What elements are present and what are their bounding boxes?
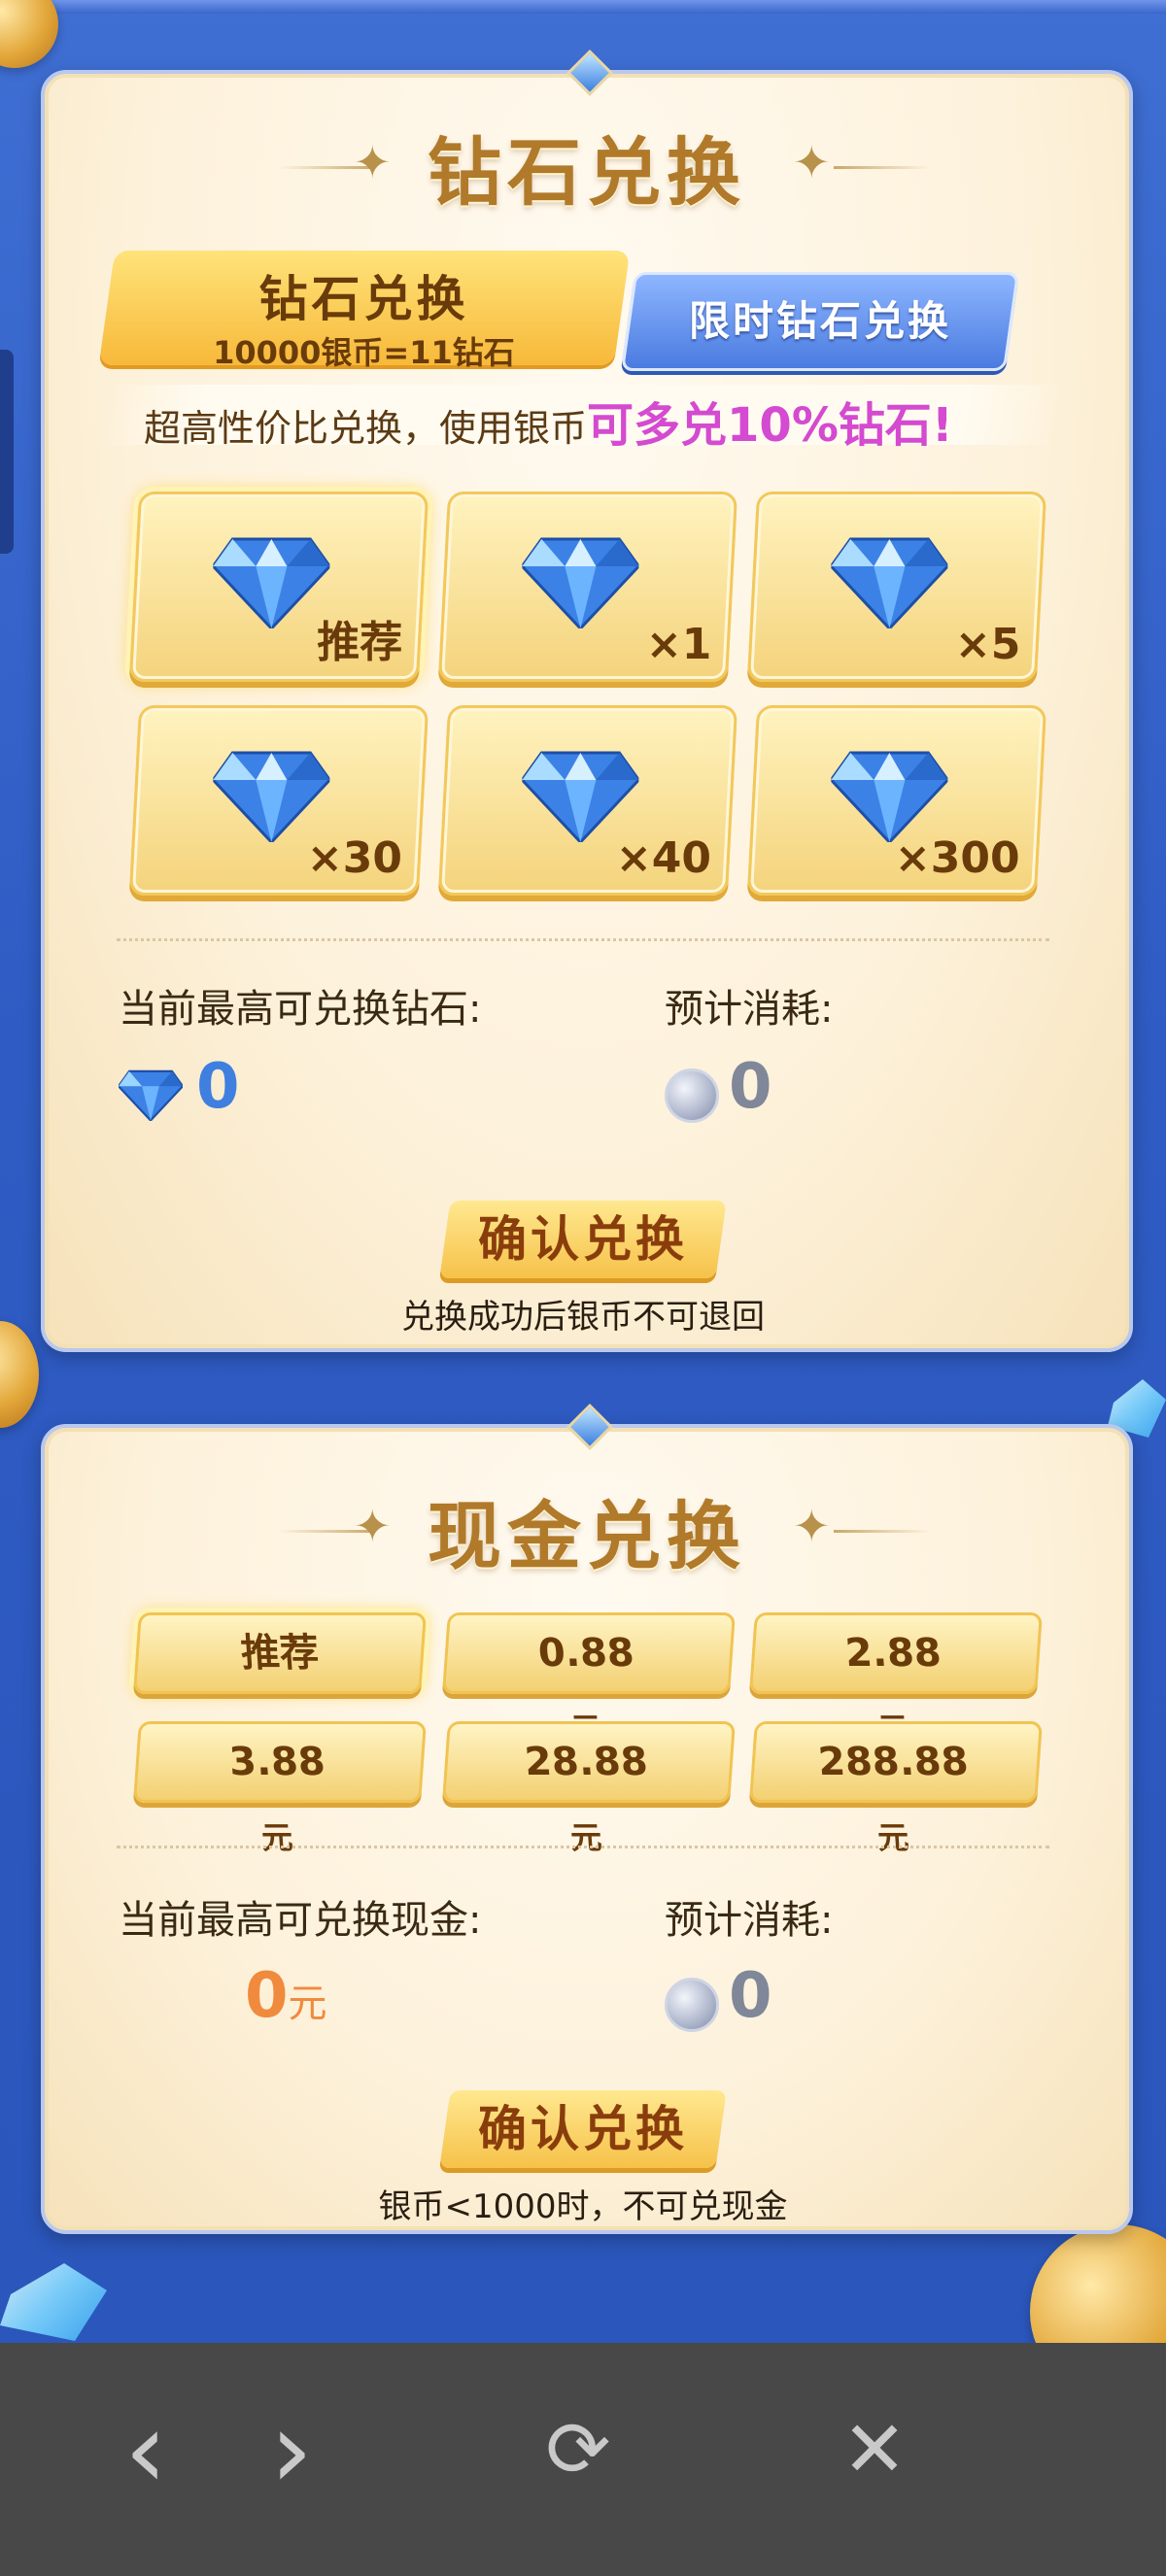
cash-option-unit: 元 [875,1819,910,1856]
cash-option-button[interactable]: 28.88 元 [442,1721,736,1856]
cash-cost-label: 预计消耗: [665,1898,834,1943]
silver-coin-icon [665,1068,719,1123]
cash-option-unit: 元 [568,1819,603,1856]
max-cash-unit: 元 [288,1982,327,2026]
cash-option-label: 28.88 元 [445,1724,727,1876]
cash-option-button[interactable]: 2.88元 [749,1612,1043,1747]
promo-prefix: 超高性价比兑换，使用银币 [144,407,588,450]
forward-icon: › [270,2388,313,2512]
cash-option-button[interactable]: 0.88元 [442,1612,736,1747]
diamond-option-label: ×30 [306,833,402,883]
cash-option-amount: 28.88 [523,1740,650,1784]
reload-icon: ⟳ [545,2404,611,2494]
close-icon: ✕ [841,2404,908,2494]
cash-option-button[interactable]: 推荐 [133,1612,427,1694]
confirm-cash-exchange-label: 确认兑换 [478,2100,688,2157]
diamond-option-card[interactable]: ×30 [128,705,429,896]
diamond-icon [213,537,330,628]
cash-note: 银币<1000时，不可兑现金 [378,2187,788,2226]
max-cash-value: 0 [245,1960,289,2032]
diamond-option-card[interactable]: ×300 [746,705,1047,896]
cash-option-button[interactable]: 3.88 元 [133,1721,427,1856]
cash-option-button[interactable]: 288.88 元 [749,1721,1043,1856]
diamond-icon [831,751,948,842]
cash-option-amount: 推荐 [239,1631,321,1676]
confirm-diamond-exchange-label: 确认兑换 [478,1210,688,1268]
cash-option-label: 推荐 [139,1615,421,1691]
tab-diamond-exchange[interactable]: 钻石兑换 10000银币=11钻石 [98,251,631,371]
max-cash-label: 当前最高可兑换现金: [119,1898,482,1943]
diamond-icon [213,751,330,842]
reload-button[interactable]: ⟳ [534,2391,622,2508]
cash-option-label: 3.88 元 [136,1724,418,1876]
confirm-cash-exchange-button[interactable]: 确认兑换 [439,2090,727,2168]
promo-text: 超高性价比兑换，使用银币可多兑10%钻石! [144,387,953,455]
title-deco-line-right [834,166,931,169]
diamond-option-label: ×300 [895,833,1020,883]
cash-option-amount: 2.88 [843,1631,943,1676]
diamond-icon [522,751,639,842]
sparkle-icon-right: ✦ [793,1500,831,1552]
cash-option-amount: 288.88 [816,1740,971,1784]
divider [117,1846,1049,1848]
diamond-panel-title: 钻石兑换 [428,129,746,216]
silver-coin-icon [665,1978,719,2032]
panel-top-gem-icon [566,1403,614,1451]
panel-top-gem-icon [566,49,614,97]
tab-diamond-exchange-label: 钻石兑换 [258,270,469,327]
crystal-decoration-bottom-left [0,2263,107,2341]
coin-decoration-middle-left [0,1321,39,1428]
diamond-note: 兑换成功后银币不可退回 [401,1298,765,1337]
back-button[interactable]: ‹ [107,2391,185,2508]
cash-option-amount: 0.88 [536,1631,636,1676]
max-cash-display: 0元 [245,1960,327,2032]
confirm-diamond-exchange-button[interactable]: 确认兑换 [439,1201,727,1278]
diamond-option-label: ×40 [615,833,711,883]
promo-highlight: 可多兑10%钻石! [587,398,953,453]
diamond-cost-value: 0 [729,1051,772,1123]
diamond-option-card[interactable]: 推荐 [128,491,429,682]
cash-option-label: 288.88 元 [752,1724,1034,1876]
exchange-rate-text: 10000银币=11钻石 [213,334,515,371]
top-bar [0,0,1166,14]
diamond-option-card[interactable]: ×5 [746,491,1047,682]
cash-panel-title: 现金兑换 [428,1493,746,1579]
coin-decoration-top-left [0,0,58,68]
side-tab-left[interactable] [0,350,14,554]
divider [117,938,1049,941]
back-icon: ‹ [124,2388,167,2512]
diamond-option-card[interactable]: ×1 [437,491,738,682]
diamond-icon [831,537,948,628]
close-button[interactable]: ✕ [831,2391,918,2508]
diamond-icon [119,1069,183,1121]
browser-bottom-bar: ‹ › ⟳ ✕ [0,2343,1166,2576]
forward-button[interactable]: › [253,2391,330,2508]
diamond-icon [522,537,639,628]
tab-limited-diamond-exchange-label: 限时钻石兑换 [688,297,951,345]
title-deco-line-right [834,1530,931,1533]
tab-limited-diamond-exchange[interactable]: 限时钻石兑换 [620,272,1020,371]
diamond-option-label: 推荐 [317,618,403,667]
diamond-option-label: ×1 [645,620,711,669]
cash-option-amount: 3.88 [227,1740,327,1784]
max-diamond-label: 当前最高可兑换钻石: [119,987,482,1032]
diamond-cost-label: 预计消耗: [665,987,834,1032]
sparkle-icon-right: ✦ [793,136,831,188]
cash-cost-value: 0 [729,1960,772,2032]
diamond-option-label: ×5 [954,620,1020,669]
diamond-option-card[interactable]: ×40 [437,705,738,896]
cash-option-unit: 元 [259,1819,294,1856]
max-diamond-value: 0 [196,1051,240,1123]
